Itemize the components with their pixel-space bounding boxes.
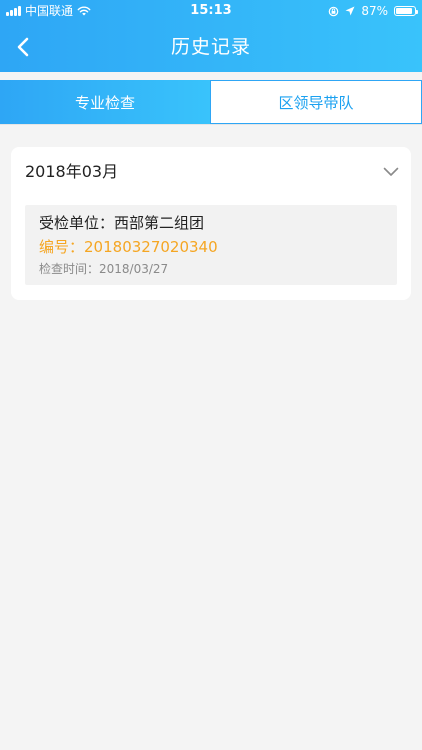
record-number-label: 编号： (39, 238, 85, 256)
battery-percent: 87% (361, 4, 388, 18)
tab-professional-inspection[interactable]: 专业检查 (0, 80, 210, 124)
record-number-value: 20180327020340 (84, 238, 218, 256)
status-right: 87% (328, 0, 418, 22)
month-group-card: 2018年03月 受检单位：西部第二组团 编号：20180327020340 检… (11, 147, 411, 300)
record-number: 编号：20180327020340 (39, 237, 218, 257)
inspected-unit-label: 受检单位： (39, 214, 115, 232)
location-icon (345, 6, 355, 16)
orientation-lock-icon (329, 6, 339, 16)
month-group-header[interactable]: 2018年03月 (11, 147, 411, 197)
inspection-time: 检查时间：2018/03/27 (39, 261, 168, 277)
inspected-unit: 受检单位：西部第二组团 (39, 213, 204, 233)
status-bar: 中国联通 15:13 87% (0, 0, 422, 22)
month-label: 2018年03月 (25, 162, 119, 181)
chevron-down-icon[interactable] (383, 164, 399, 180)
page-title: 历史记录 (170, 36, 251, 58)
record-item[interactable]: 受检单位：西部第二组团 编号：20180327020340 检查时间：2018/… (25, 205, 397, 285)
inspection-time-value: 2018/03/27 (99, 262, 169, 276)
battery-fill (396, 8, 412, 14)
battery-icon (394, 6, 418, 16)
tab-bar: 专业检查 区领导带队 (0, 80, 422, 124)
app-header: 中国联通 15:13 87% 历史记录 (0, 0, 422, 72)
inspection-time-label: 检查时间： (39, 262, 100, 276)
inspected-unit-value: 西部第二组团 (114, 214, 205, 232)
nav-bar: 历史记录 (0, 22, 422, 72)
tabs-divider (0, 124, 422, 125)
tab-district-leader[interactable]: 区领导带队 (210, 80, 422, 124)
